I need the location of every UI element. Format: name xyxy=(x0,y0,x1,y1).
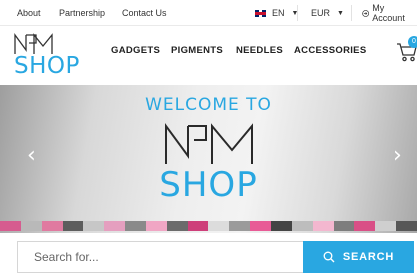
stripe-segment xyxy=(250,221,271,231)
my-account-link[interactable]: My Account xyxy=(355,3,417,23)
stripe-segment xyxy=(354,221,376,231)
nav-pigments[interactable]: PIGMENTS xyxy=(171,45,223,56)
hero-banner: WELCOME TO SHOP ‹ › xyxy=(0,85,417,233)
nav-gadgets[interactable]: GADGETS xyxy=(111,45,160,56)
stripe-segment xyxy=(62,221,84,231)
divider xyxy=(351,5,352,21)
hero-welcome-text: WELCOME TO xyxy=(145,95,272,115)
top-bar: About Partnership Contact Us EN ▼ EUR ▼ … xyxy=(0,0,417,26)
stripe-segment xyxy=(229,221,251,231)
stripe-segment xyxy=(83,221,105,231)
stripe-segment xyxy=(41,221,63,231)
hero-shop-text: SHOP xyxy=(159,165,258,205)
stripe-segment xyxy=(270,221,292,231)
currency-selector[interactable]: EUR ▼ xyxy=(304,4,351,22)
nav-needles[interactable]: NEEDLES xyxy=(236,45,283,56)
stripe-segment xyxy=(333,221,355,231)
stripe-segment xyxy=(166,221,188,231)
language-label: EN xyxy=(272,8,285,18)
about-link[interactable]: About xyxy=(17,8,41,18)
logo-shop-text: SHOP xyxy=(14,53,80,79)
nav-accessories[interactable]: ACCESSORIES xyxy=(294,45,366,56)
stripe-segment xyxy=(396,221,417,231)
search-icon xyxy=(323,251,335,263)
sign-in-icon xyxy=(362,9,370,17)
stripe-segment xyxy=(208,221,230,231)
next-slide-arrow[interactable]: › xyxy=(393,143,402,168)
stripe-segment xyxy=(145,221,167,231)
stripe-segment xyxy=(291,221,313,231)
stripe-segment xyxy=(125,221,146,231)
uk-flag-icon xyxy=(255,9,266,17)
currency-label: EUR xyxy=(311,8,331,18)
stripe-segment xyxy=(20,221,42,231)
stripe-segment xyxy=(187,221,209,231)
divider xyxy=(297,5,298,21)
cart-count-badge: 0 xyxy=(408,36,417,48)
color-stripe xyxy=(0,221,417,231)
caret-down-icon: ▼ xyxy=(337,9,344,17)
search-button[interactable]: SEARCH xyxy=(303,241,414,273)
search-button-label: SEARCH xyxy=(342,251,395,263)
stripe-segment xyxy=(0,221,21,231)
my-account-label: My Account xyxy=(372,3,405,23)
stripe-segment xyxy=(312,221,334,231)
contact-us-link[interactable]: Contact Us xyxy=(122,8,167,18)
stripe-segment xyxy=(104,221,126,231)
prev-slide-arrow[interactable]: ‹ xyxy=(27,143,36,168)
search-input[interactable] xyxy=(18,242,302,272)
search-bar: SEARCH xyxy=(17,241,414,273)
stripe-segment xyxy=(375,221,397,231)
partnership-link[interactable]: Partnership xyxy=(59,8,105,18)
